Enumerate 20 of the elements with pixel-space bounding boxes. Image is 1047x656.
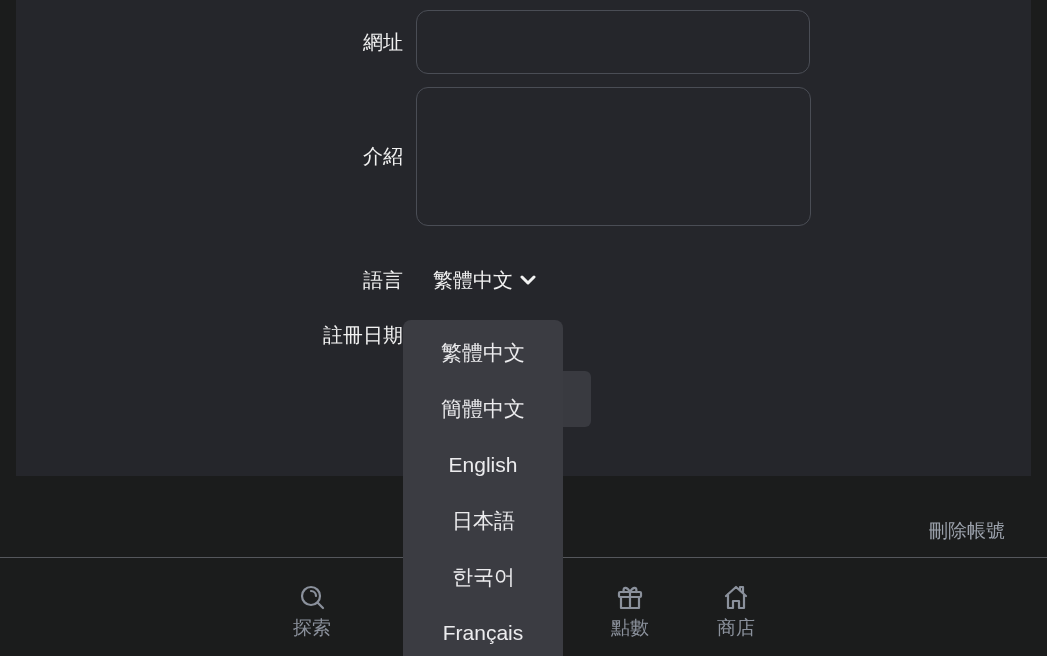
field-label: 介紹	[362, 144, 403, 169]
field-label: 網址	[362, 29, 403, 55]
language-select[interactable]: 繁體中文	[416, 266, 536, 294]
nav-item[interactable]: 探索	[258, 584, 365, 641]
search-icon	[298, 584, 325, 610]
house-icon	[722, 584, 749, 610]
nav-item[interactable]: 點數	[576, 584, 683, 641]
nav-item[interactable]: 商店	[682, 584, 789, 641]
gift-icon	[616, 584, 643, 610]
textarea-field[interactable]	[416, 87, 811, 226]
field-label: 註冊日期	[322, 322, 403, 348]
delete-account-link[interactable]: 刪除帳號	[929, 518, 1005, 544]
menu-option[interactable]: 繁體中文	[403, 325, 563, 381]
menu-option[interactable]: Français	[403, 605, 563, 656]
menu-option[interactable]: 한국어	[403, 549, 563, 605]
menu-option[interactable]: 簡體中文	[403, 381, 563, 437]
menu-option[interactable]: English	[403, 437, 563, 493]
field-label: 語言	[362, 267, 403, 293]
input-field[interactable]	[416, 10, 810, 74]
menu-option[interactable]: 日本語	[403, 493, 563, 549]
